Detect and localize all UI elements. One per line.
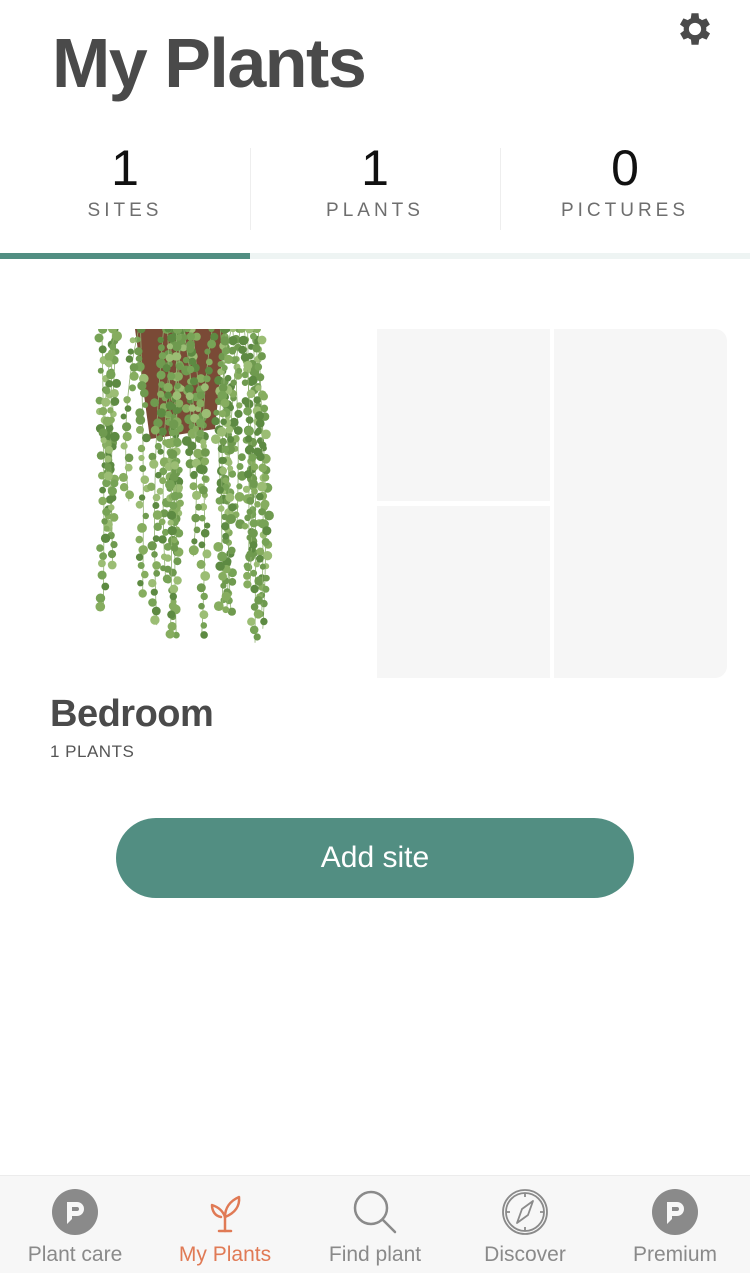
tab-discover[interactable]: Discover: [450, 1176, 600, 1273]
gear-icon: [679, 13, 711, 45]
stat-value: 1: [361, 140, 389, 196]
p-logo-icon: [52, 1189, 98, 1235]
tab-premium[interactable]: Premium: [600, 1176, 750, 1273]
stats-tabs: 1 SITES 1 PLANTS 0 PICTURES: [0, 140, 750, 235]
page-title: My Plants: [52, 24, 367, 102]
tab-label: Find plant: [328, 1243, 422, 1266]
stat-value: 1: [111, 140, 139, 196]
p-logo-icon: [652, 1189, 698, 1235]
stat-tab-plants[interactable]: 1 PLANTS: [250, 140, 500, 235]
stat-tab-sites[interactable]: 1 SITES: [0, 140, 250, 235]
add-site-button[interactable]: Add site: [116, 818, 634, 898]
compass-icon: [502, 1189, 548, 1235]
photo-placeholder: [377, 506, 550, 678]
stat-label: PICTURES: [560, 200, 690, 221]
photo-placeholder: [554, 329, 727, 678]
tab-indicator-track: [0, 253, 750, 259]
tab-find-plant[interactable]: Find plant: [300, 1176, 450, 1273]
sprout-icon: [210, 1195, 241, 1233]
tab-label: My Plants: [178, 1243, 272, 1266]
tab-label: Plant care: [27, 1243, 123, 1266]
stat-value: 0: [611, 140, 639, 196]
plant-photo: [50, 329, 375, 678]
tab-label: Discover: [484, 1243, 566, 1266]
tab-label: Premium: [632, 1243, 717, 1266]
string-of-pearls-plant-image: [94, 329, 274, 643]
bottom-tab-bar: Plant care My Plants Find plant Discover: [0, 1175, 750, 1273]
settings-button[interactable]: [674, 8, 716, 50]
tab-my-plants[interactable]: My Plants: [150, 1176, 300, 1273]
site-card[interactable]: [50, 329, 727, 679]
site-name[interactable]: Bedroom: [50, 693, 214, 736]
site-plant-count: 1 PLANTS: [50, 742, 135, 761]
tab-indicator-active: [0, 253, 250, 259]
search-icon: [353, 1190, 397, 1234]
stat-label: SITES: [87, 200, 163, 221]
stat-tab-pictures[interactable]: 0 PICTURES: [500, 140, 750, 235]
tab-plant-care[interactable]: Plant care: [0, 1176, 150, 1273]
photo-placeholder: [377, 329, 550, 501]
stat-label: PLANTS: [326, 200, 424, 221]
